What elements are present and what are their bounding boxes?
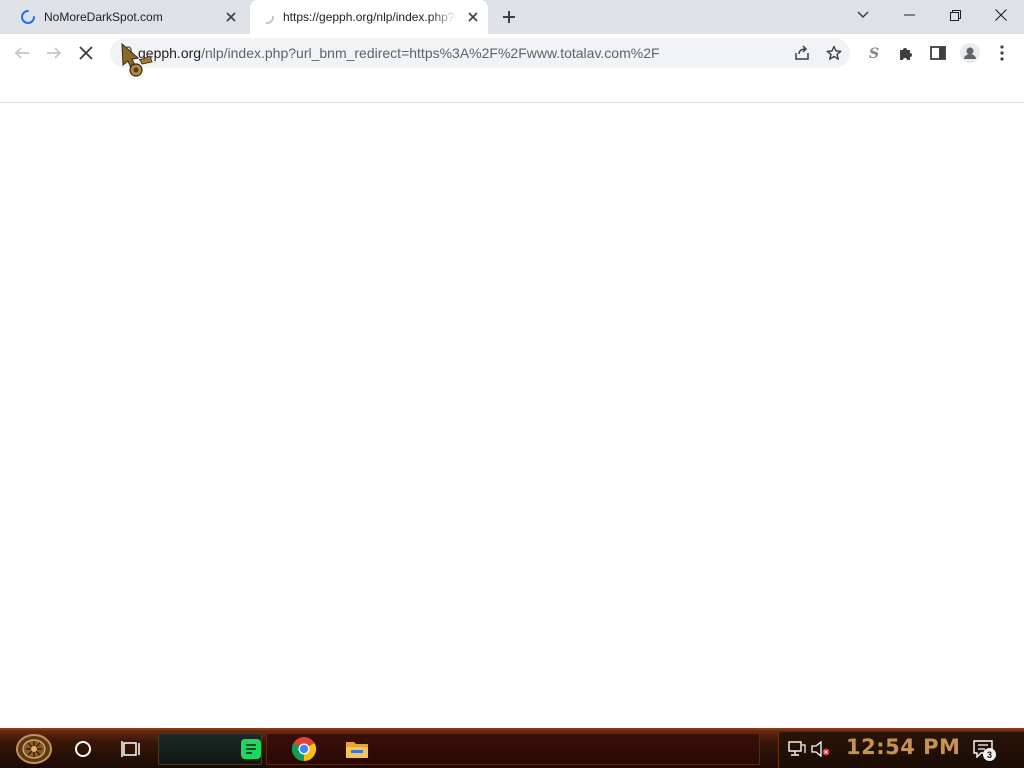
close-tab-icon[interactable] [465,9,481,25]
plus-icon [503,11,515,23]
address-bar[interactable]: gepph.org/nlp/index.php?url_bnm_redirect… [110,38,850,68]
file-explorer-button[interactable] [342,734,372,764]
tab-nomoredarkspot[interactable]: NoMoreDarkSpot.com [8,0,246,34]
tab-gepph[interactable]: https://gepph.org/nlp/index.php?url_bnm_… [250,0,488,34]
side-panel-icon [930,46,946,60]
minimize-icon [903,14,915,16]
chevron-down-icon [857,11,869,19]
chrome-icon [291,737,317,761]
back-button[interactable] [6,37,38,69]
taskbar-clock[interactable]: 12:54 PM [846,732,960,762]
page-content-blank[interactable] [0,103,1024,727]
task-view-icon [121,741,140,757]
puzzle-icon [900,48,912,60]
volume-muted-icon [811,741,830,757]
start-orb-icon [16,734,52,764]
file-explorer-icon [346,742,368,758]
task-view-button[interactable] [116,734,146,764]
bookmark-button[interactable] [822,41,846,65]
taskbar-apps-panel [266,733,760,765]
restore-icon [949,9,961,21]
share-icon [795,45,809,60]
search-button[interactable] [68,734,98,764]
restore-button[interactable] [932,0,978,30]
start-button[interactable] [10,732,58,766]
search-circle-icon [75,741,91,757]
close-tab-icon[interactable] [223,9,239,25]
notification-count-badge: 3 [983,748,996,761]
extensions-button[interactable] [890,37,922,69]
tab-strip: NoMoreDarkSpot.com https://gepph.org/nlp… [0,0,1024,34]
close-icon [995,9,1007,21]
menu-button[interactable] [986,37,1018,69]
tab-search-button[interactable] [840,0,886,30]
star-icon [826,45,842,60]
extension-s-icon: S [869,46,879,61]
forward-icon [47,47,62,59]
svg-text:S: S [869,46,879,61]
notes-app-icon [241,739,261,759]
extension-s-button[interactable]: S [858,37,890,69]
close-window-button[interactable] [978,0,1024,30]
tab-title: NoMoreDarkSpot.com [44,10,163,24]
menu-icon [1000,45,1004,61]
url-text[interactable]: gepph.org/nlp/index.php?url_bnm_redirect… [138,45,660,61]
back-icon [14,47,29,59]
stop-button[interactable] [70,37,102,69]
volume-button[interactable] [806,734,836,764]
forward-button[interactable] [38,37,70,69]
chrome-button[interactable] [289,734,319,764]
loading-spinner-icon [21,10,35,24]
share-button[interactable] [790,41,814,65]
tab-title: https://gepph.org/nlp/index.php?url_bnm_… [283,10,457,24]
minimize-button[interactable] [886,0,932,30]
stop-icon [79,46,93,60]
new-tab-button[interactable] [498,6,520,28]
url-path: /nlp/index.php?url_bnm_redirect=https%3A… [201,45,660,61]
loading-spinner-icon [260,10,274,24]
steampunk-cursor-icon [121,42,153,77]
network-icon [788,741,806,756]
notes-app-button[interactable] [236,734,266,764]
profile-icon [960,43,980,63]
profile-button[interactable] [954,37,986,69]
side-panel-button[interactable] [922,37,954,69]
